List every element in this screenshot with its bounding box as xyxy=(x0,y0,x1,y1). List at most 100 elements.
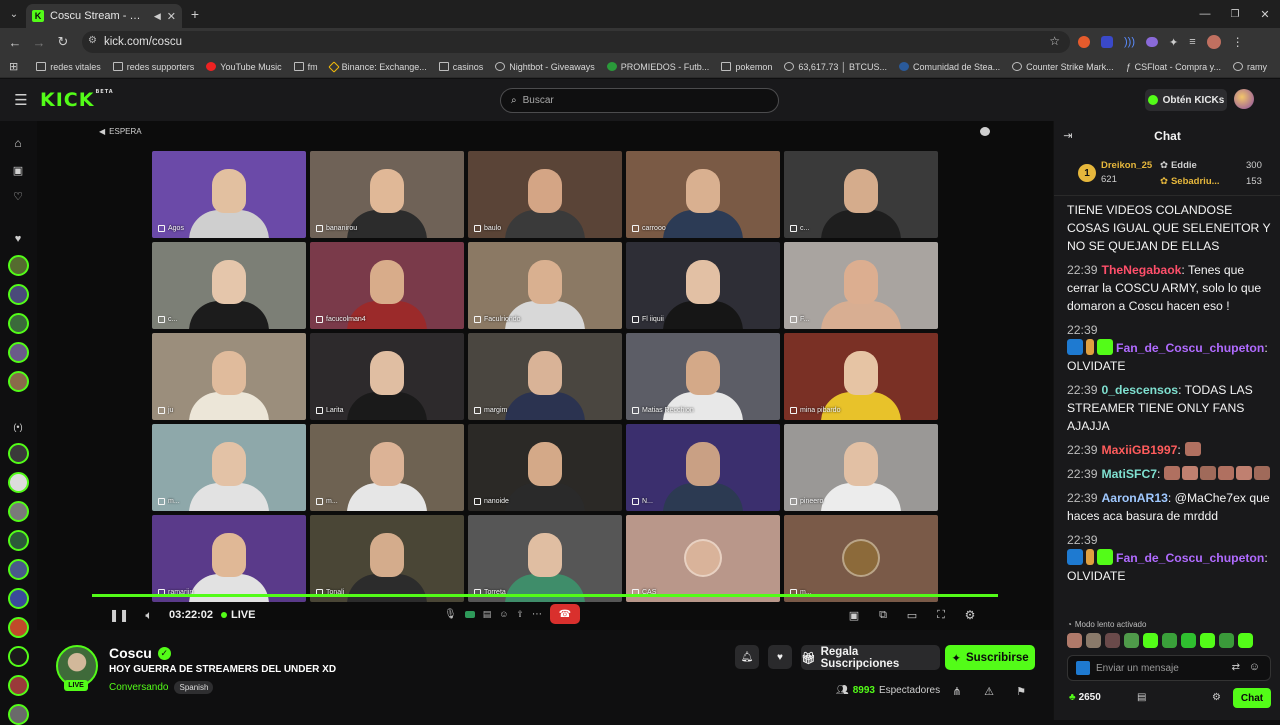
bookmark-item[interactable]: 63,617.73 │ BTCUS... xyxy=(784,62,887,72)
bookmark-item[interactable]: redes supporters xyxy=(112,62,194,72)
category-link[interactable]: Conversando xyxy=(109,682,168,693)
chat-username[interactable]: 0_descensos xyxy=(1102,383,1179,397)
extension-wave-icon[interactable]: ))) xyxy=(1124,36,1135,48)
recommended-channel-avatar[interactable] xyxy=(8,472,29,493)
followed-channel-avatar[interactable] xyxy=(8,313,29,334)
chat-username[interactable]: Fan_de_Coscu_chupeton xyxy=(1116,551,1264,565)
chat-username[interactable]: Fan_de_Coscu_chupeton xyxy=(1116,341,1264,355)
emote-icon[interactable] xyxy=(1105,633,1120,648)
extension-cloud-icon[interactable] xyxy=(1146,37,1158,47)
mini-player-icon[interactable]: ▣ xyxy=(846,607,862,623)
followed-channel-avatar[interactable] xyxy=(8,255,29,276)
settings-gear-icon[interactable]: ⚙ xyxy=(962,607,978,623)
kick-logo[interactable]: KICKBETA xyxy=(40,89,114,111)
home-icon[interactable]: ⌂ xyxy=(10,135,26,151)
emote-icon[interactable] xyxy=(1238,633,1253,648)
forward-icon[interactable]: → xyxy=(30,33,48,51)
share-icon[interactable]: ⋔ xyxy=(950,684,964,698)
emoji-icon[interactable]: ☺ xyxy=(1249,661,1260,673)
clip-icon[interactable]: ⧉ xyxy=(875,607,891,623)
apps-grid-icon[interactable]: ⊞ xyxy=(9,60,18,73)
extension-fox-icon[interactable] xyxy=(1078,36,1090,48)
new-tab-icon[interactable]: + xyxy=(186,5,204,23)
leaderboard-user[interactable]: ✿ Sebadriu... xyxy=(1160,176,1220,187)
emote-icon[interactable] xyxy=(1181,633,1196,648)
chat-username[interactable]: MaxiiGB1997 xyxy=(1102,443,1178,457)
live-broadcast-icon[interactable]: (•) xyxy=(10,419,26,435)
language-tag[interactable]: Spanish xyxy=(174,681,214,694)
site-info-icon[interactable]: ⚙ xyxy=(88,35,97,46)
bookmark-item[interactable]: PROMIEDOS - Futb... xyxy=(606,62,709,72)
tab-mute-icon[interactable]: ◀︎ xyxy=(154,11,161,22)
emote-icon[interactable] xyxy=(1219,633,1234,648)
extension-shield-icon[interactable] xyxy=(1101,36,1113,48)
channel-name[interactable]: Coscu ✓ xyxy=(109,645,171,661)
emote-icon[interactable] xyxy=(1067,633,1082,648)
translate-icon[interactable]: ⇄ xyxy=(1232,662,1240,673)
chat-settings-icon[interactable]: ⚙ xyxy=(1212,692,1221,703)
browser-menu-icon[interactable]: ⋮ xyxy=(1232,35,1244,49)
user-avatar[interactable] xyxy=(1234,89,1254,109)
bookmark-item[interactable]: Counter Strike Mark... xyxy=(1012,62,1114,72)
hamburger-menu-icon[interactable]: ☰ xyxy=(12,91,30,109)
bookmark-item[interactable]: pokemon xyxy=(721,62,772,72)
bookmark-item[interactable]: ƒ CSFloat - Compra y... xyxy=(1126,62,1221,72)
bookmark-star-icon[interactable]: ☆ xyxy=(1049,34,1060,48)
pause-icon[interactable]: ❚❚ xyxy=(109,607,129,623)
followed-channel-avatar[interactable] xyxy=(8,284,29,305)
chat-username[interactable]: TheNegabaok xyxy=(1102,263,1182,277)
followed-channel-avatar[interactable] xyxy=(8,371,29,392)
progress-bar[interactable] xyxy=(92,594,998,597)
bookmark-item[interactable]: YouTube Music xyxy=(206,62,282,72)
report-icon[interactable]: ⚠ xyxy=(982,684,996,698)
bookmark-item[interactable]: Comunidad de Stea... xyxy=(899,62,1000,72)
following-icon[interactable]: ♡ xyxy=(10,188,26,204)
recommended-channel-avatar[interactable] xyxy=(8,617,29,638)
url-field[interactable]: ⚙ kick.com/coscu ☆ xyxy=(82,31,1070,53)
bookmark-item[interactable]: Nightbot - Giveaways xyxy=(495,62,595,72)
recommended-channel-avatar[interactable] xyxy=(8,501,29,522)
kicks-balance[interactable]: ♣ 2650 xyxy=(1069,692,1101,703)
tab-list-icon[interactable]: ⌄ xyxy=(6,6,22,22)
recommended-channel-avatar[interactable] xyxy=(8,646,29,667)
emote-icon[interactable] xyxy=(1086,633,1101,648)
profile-avatar-icon[interactable] xyxy=(1206,35,1221,49)
chat-send-button[interactable]: Chat xyxy=(1233,688,1271,708)
leaderboard-user[interactable]: ✿ Eddie xyxy=(1160,160,1197,171)
bookmark-item[interactable]: casinos xyxy=(438,62,483,72)
window-restore-icon[interactable]: ❐ xyxy=(1226,5,1244,23)
recommended-channel-avatar[interactable] xyxy=(8,530,29,551)
bookmark-item[interactable]: fm xyxy=(293,62,318,72)
theater-mode-icon[interactable]: ▭ xyxy=(904,607,920,623)
recommended-channel-avatar[interactable] xyxy=(8,588,29,609)
leaderboard-user[interactable]: Dreikon_25 xyxy=(1101,160,1152,171)
get-kicks-button[interactable]: Obtén KICKs xyxy=(1145,89,1227,111)
followed-channel-avatar[interactable] xyxy=(8,342,29,363)
chat-username[interactable]: MatiSFC7 xyxy=(1102,467,1158,481)
reading-list-icon[interactable]: ≡ xyxy=(1189,36,1195,48)
fullscreen-icon[interactable]: ⛶ xyxy=(933,607,949,623)
emote-icon[interactable] xyxy=(1124,633,1139,648)
browser-tab-active[interactable]: K Coscu Stream - Watch Live ◀︎ ✕ xyxy=(26,4,182,28)
back-icon[interactable]: ← xyxy=(6,33,24,51)
recommended-channel-avatar[interactable] xyxy=(8,443,29,464)
gift-subscriptions-button[interactable]: 🎁︎ Regala Suscripciones xyxy=(801,645,940,670)
chat-rules-icon[interactable]: ▤ xyxy=(1137,692,1146,703)
subscribe-button[interactable]: ✦ Suscribirse xyxy=(945,645,1035,670)
tab-close-icon[interactable]: ✕ xyxy=(167,10,176,23)
emote-icon[interactable] xyxy=(1162,633,1177,648)
search-input[interactable]: ⌕ Buscar xyxy=(500,88,779,113)
bookmark-item[interactable]: ramy xyxy=(1232,62,1267,72)
recommended-channel-avatar[interactable] xyxy=(8,675,29,696)
reload-icon[interactable]: ↻ xyxy=(54,33,72,51)
favorites-heart-icon[interactable]: ♥ xyxy=(10,231,26,247)
recommended-channel-avatar[interactable] xyxy=(8,704,29,725)
moderation-icon[interactable]: ⚑ xyxy=(1014,684,1028,698)
video-player[interactable]: ◀︎ ESPERA Agos bananirou baulo carrooo c... c… xyxy=(37,121,1053,630)
emote-icon[interactable] xyxy=(1143,633,1158,648)
follow-heart-button[interactable]: ♥ xyxy=(768,645,792,669)
recommended-channel-avatar[interactable] xyxy=(8,559,29,580)
volume-icon[interactable]: 🔈︎ xyxy=(141,607,157,623)
chat-message-input[interactable]: Enviar un mensaje ⇄ ☺ xyxy=(1067,655,1271,681)
emote-icon[interactable] xyxy=(1200,633,1215,648)
